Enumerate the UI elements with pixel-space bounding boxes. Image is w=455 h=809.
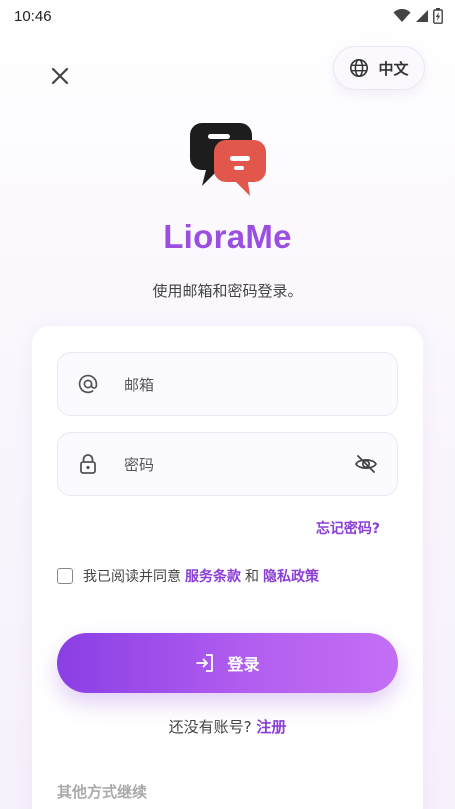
login-subtitle: 使用邮箱和密码登录。 — [152, 282, 303, 300]
app-name: LioraMe — [163, 218, 292, 255]
status-icons — [393, 8, 443, 24]
register-row: 还没有账号? 注册 — [0, 716, 455, 737]
language-label: 中文 — [378, 59, 409, 78]
register-link[interactable]: 注册 — [256, 718, 286, 736]
app-logo — [190, 123, 266, 196]
password-field[interactable]: 密码 — [57, 432, 398, 496]
status-bar: 10:46 — [0, 0, 455, 32]
close-icon — [51, 67, 69, 85]
email-placeholder: 邮箱 — [124, 375, 155, 394]
at-icon — [76, 372, 100, 396]
email-field[interactable]: 邮箱 — [57, 352, 398, 416]
battery-icon — [433, 8, 443, 24]
toggle-password-visibility[interactable] — [353, 451, 379, 477]
no-account-text: 还没有账号? — [168, 718, 252, 736]
password-placeholder: 密码 — [124, 455, 155, 474]
privacy-link[interactable]: 隐私政策 — [263, 566, 319, 586]
login-icon — [196, 654, 214, 672]
status-time: 10:46 — [14, 7, 52, 25]
agree-prefix: 我已阅读并同意 — [83, 569, 181, 585]
close-button[interactable] — [46, 62, 74, 90]
agree-checkbox[interactable] — [57, 568, 73, 584]
other-methods-label: 其他方式继续 — [57, 783, 148, 801]
language-button[interactable]: 中文 — [333, 46, 425, 90]
terms-link[interactable]: 服务条款 — [185, 566, 241, 586]
agree-and: 和 — [245, 569, 259, 585]
login-label: 登录 — [227, 655, 260, 674]
agreement-row: 我已阅读并同意 服务条款 和 隐私政策 — [57, 566, 323, 586]
signal-icon — [416, 10, 428, 22]
lock-icon — [76, 452, 100, 476]
eye-off-icon — [355, 455, 377, 473]
wifi-icon — [393, 9, 411, 22]
login-button[interactable]: 登录 — [57, 633, 398, 693]
globe-icon — [350, 59, 369, 77]
forgot-password-link[interactable]: 忘记密码? — [316, 518, 380, 538]
